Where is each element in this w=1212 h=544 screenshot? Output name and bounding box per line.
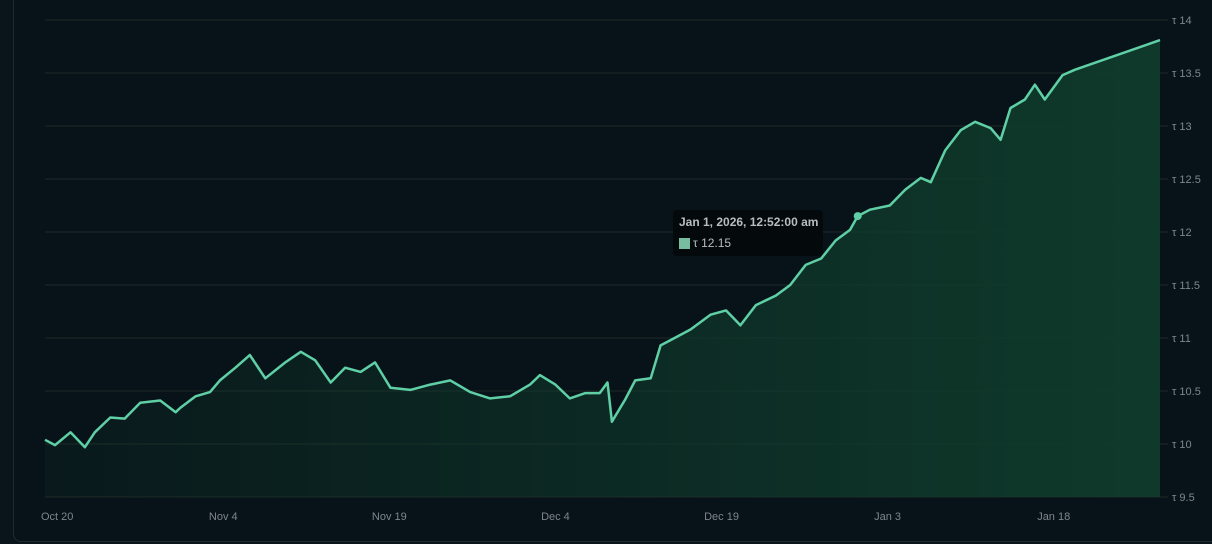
x-tick-label: Nov 4: [209, 511, 238, 523]
y-tick-label: τ 11.5: [1172, 280, 1200, 292]
y-tick-label: τ 12.5: [1172, 174, 1201, 186]
hover-point: [853, 212, 862, 221]
y-tick-label: τ 9.5: [1172, 492, 1195, 504]
x-tick-label: Oct 20: [41, 511, 73, 523]
y-tick-label: τ 10: [1172, 439, 1192, 451]
series-swatch: [679, 237, 690, 249]
x-tick-label: Nov 19: [372, 511, 407, 523]
y-tick-label: τ 13: [1172, 121, 1192, 133]
x-tick-label: Jan 3: [874, 511, 901, 523]
y-tick-label: τ 13.5: [1172, 68, 1201, 80]
x-tick-label: Dec 4: [541, 511, 570, 523]
y-tick-label: τ 14: [1172, 15, 1192, 27]
area-fill: [45, 40, 1160, 497]
y-tick-label: τ 10.5: [1172, 386, 1201, 398]
price-chart[interactable]: τ 9.5 τ 10 τ 10.5 τ 11 τ 11.5 τ 12 τ 12.5 τ 13 τ…: [0, 0, 1212, 544]
tooltip-value-row: τ 12.15: [679, 236, 731, 250]
x-tick-label: Jan 18: [1037, 511, 1070, 523]
y-tick-label: τ 11: [1172, 333, 1191, 345]
x-tick-label: Dec 19: [704, 511, 739, 523]
y-tick-label: τ 12: [1172, 227, 1192, 239]
tooltip-value: τ 12.15: [693, 236, 732, 250]
tooltip-date: Jan 1, 2026, 12:52:00 am: [679, 215, 819, 229]
chart-tooltip: Jan 1, 2026, 12:52:00 am τ 12.15: [673, 210, 823, 256]
